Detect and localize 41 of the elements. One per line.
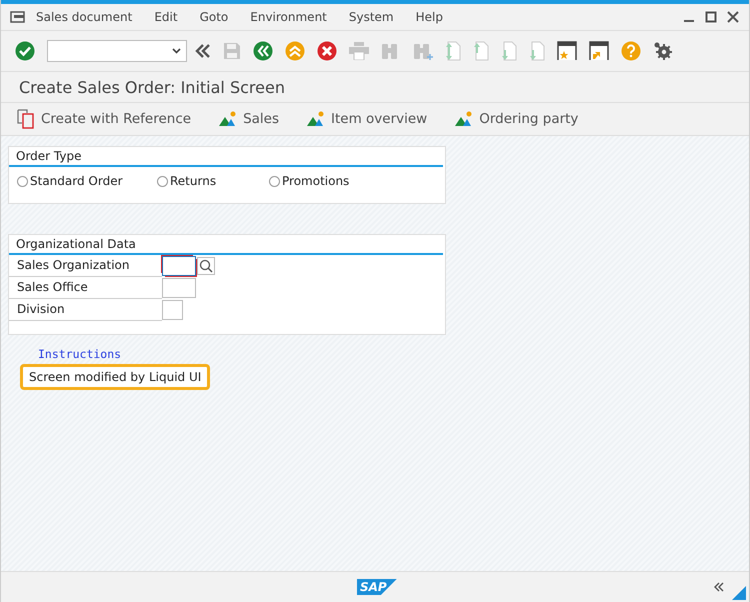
toolbar-button[interactable]: Create with Reference xyxy=(13,107,196,131)
mountain-icon xyxy=(307,111,325,127)
screen-title: Create Sales Order: Initial Screen xyxy=(1,72,749,103)
instructions-title: Instructions xyxy=(38,347,122,361)
back-icon[interactable] xyxy=(253,41,273,61)
input-field[interactable] xyxy=(162,256,196,276)
input-field[interactable] xyxy=(162,278,196,298)
menu-item[interactable]: Help xyxy=(416,10,443,24)
dropdown-icon[interactable] xyxy=(172,48,181,54)
menu-icon[interactable] xyxy=(10,11,26,23)
sap-logo: SAP xyxy=(357,579,397,595)
resize-handle-icon[interactable] xyxy=(732,586,746,600)
input-field[interactable] xyxy=(162,300,183,320)
menu-item[interactable]: Goto xyxy=(200,10,228,24)
group-title: Order Type xyxy=(9,147,443,167)
maximize-icon[interactable] xyxy=(705,11,717,23)
radio-button[interactable]: Standard Order xyxy=(17,174,157,188)
copy-icon xyxy=(17,109,35,129)
mountain-icon xyxy=(219,111,238,127)
settings-icon[interactable] xyxy=(653,41,673,61)
toolbar-button[interactable]: Item overview xyxy=(303,109,432,129)
radio-button[interactable]: Promotions xyxy=(269,174,350,188)
check-icon[interactable] xyxy=(15,41,35,61)
star-window-icon[interactable] xyxy=(557,41,577,61)
toolbar-button[interactable]: Ordering party xyxy=(451,109,582,129)
radio-button[interactable]: Returns xyxy=(157,174,269,188)
menu-item[interactable]: Environment xyxy=(250,10,327,24)
double-chevron-icon[interactable] xyxy=(195,43,211,59)
menu-item[interactable]: Sales document xyxy=(36,10,132,24)
group-title: Organizational Data xyxy=(9,235,443,255)
menu-item[interactable]: Edit xyxy=(154,10,178,24)
instructions-note: Screen modified by Liquid UI xyxy=(20,364,210,390)
toolbar-button[interactable]: Sales xyxy=(215,109,283,129)
double-chevron-icon[interactable] xyxy=(714,582,724,592)
command-field[interactable] xyxy=(47,40,187,62)
mountain-icon xyxy=(455,111,474,127)
menu-item[interactable]: System xyxy=(348,10,394,24)
search-icon[interactable] xyxy=(197,257,215,275)
arrow-window-icon[interactable] xyxy=(589,41,609,61)
cancel-icon[interactable] xyxy=(317,41,337,61)
close-icon[interactable] xyxy=(727,11,739,23)
